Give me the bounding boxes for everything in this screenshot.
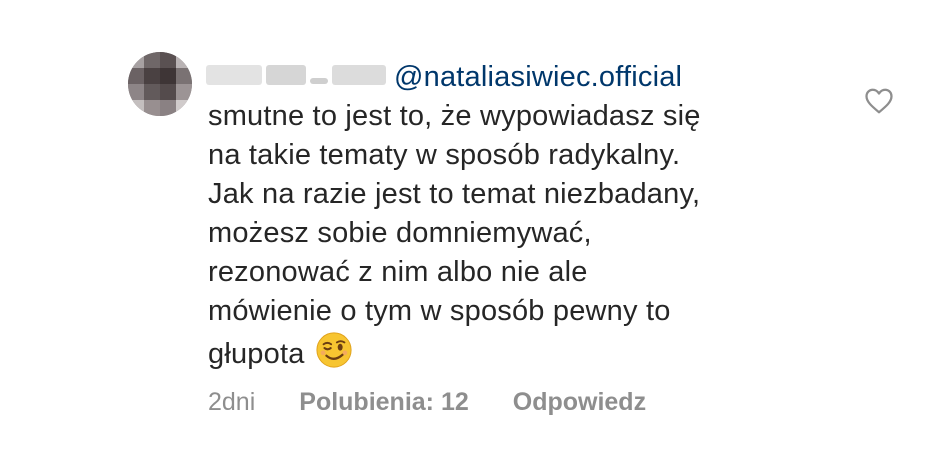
comment-timestamp[interactable]: 2dni	[208, 388, 255, 417]
comment-line: na takie tematy w sposób radykalny.	[208, 139, 681, 171]
comment: @nataliasiwiec.official smutne to jest t…	[0, 0, 946, 476]
comment-text: @nataliasiwiec.official smutne to jest t…	[208, 58, 828, 370]
avatar[interactable]	[128, 52, 192, 116]
mention-link[interactable]: @nataliasiwiec.official	[394, 61, 682, 93]
likes-count-button[interactable]: Polubienia: 12	[299, 388, 468, 417]
comment-line: smutne to jest to, że wypowiadasz się	[208, 100, 701, 132]
reply-button[interactable]: Odpowiedz	[513, 388, 646, 417]
comment-line: Jak na razie jest to temat niezbadany,	[208, 178, 701, 210]
comment-line: rezonować z nim albo nie ale	[208, 256, 588, 288]
comment-line: głupota	[208, 338, 305, 370]
like-heart-icon[interactable]	[864, 86, 894, 116]
winking-face-emoji-icon	[315, 332, 352, 368]
comment-meta: 2dni Polubienia: 12 Odpowiedz	[208, 388, 646, 417]
comment-line: możesz sobie domniemywać,	[208, 217, 592, 249]
comment-line: mówienie o tym w sposób pewny to	[208, 295, 671, 327]
